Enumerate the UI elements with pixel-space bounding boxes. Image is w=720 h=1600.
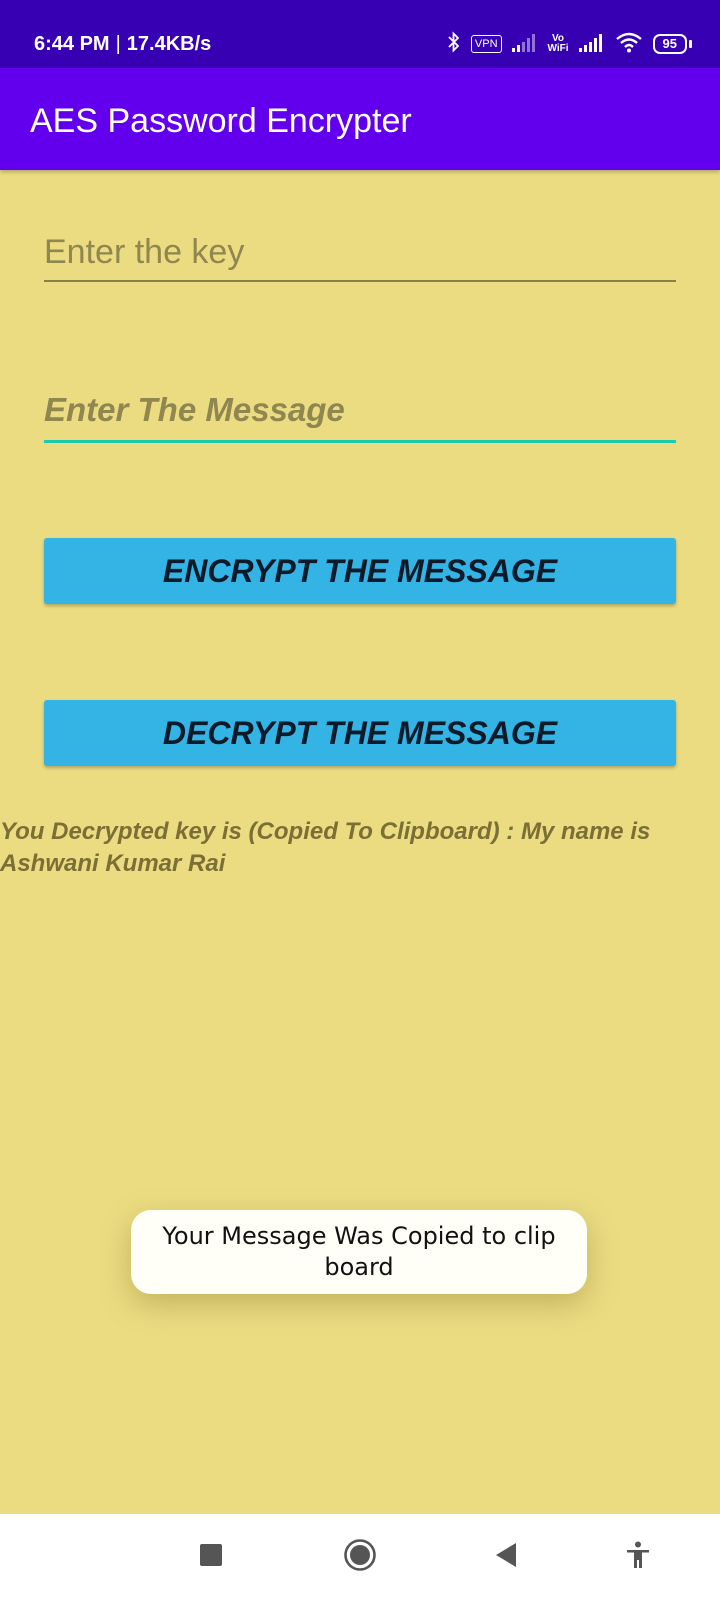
app-title: AES Password Encrypter <box>30 102 412 140</box>
signal-strong-icon <box>578 32 605 57</box>
battery-icon: 95 <box>652 34 692 54</box>
key-input[interactable] <box>44 228 676 276</box>
back-button[interactable] <box>476 1514 536 1600</box>
battery-level: 95 <box>652 34 687 54</box>
recents-button[interactable] <box>181 1514 241 1600</box>
accessibility-button[interactable] <box>608 1514 668 1600</box>
battery-tip <box>689 40 692 48</box>
toast-message: Your Message Was Copied to clip board <box>131 1210 587 1294</box>
vowifi-icon: Vo WiFi <box>548 34 569 54</box>
app-bar: AES Password Encrypter <box>0 68 720 170</box>
home-circle-icon <box>343 1538 377 1577</box>
message-field[interactable] <box>44 384 676 443</box>
encrypt-button[interactable]: ENCRYPT THE MESSAGE <box>44 538 676 604</box>
signal-weak-icon <box>511 32 538 57</box>
status-icons: VPN Vo WiFi 95 <box>447 30 692 58</box>
status-network-speed: 17.4KB/s <box>126 33 212 55</box>
recents-square-icon <box>199 1543 223 1572</box>
status-separator: | <box>115 33 121 55</box>
message-input[interactable] <box>44 384 676 436</box>
vpn-badge: VPN <box>470 35 502 53</box>
status-left: 6:44 PM | 17.4KB/s <box>34 0 211 68</box>
status-bar: 6:44 PM | 17.4KB/s VPN Vo WiFi 95 <box>0 0 720 68</box>
wifi-icon <box>615 31 643 58</box>
vowifi-line2: WiFi <box>547 43 569 54</box>
back-triangle-icon <box>494 1542 518 1573</box>
decrypted-result-text: You Decrypted key is (Copied To Clipboar… <box>0 818 651 877</box>
home-button[interactable] <box>330 1514 390 1600</box>
bluetooth-icon <box>447 30 461 58</box>
toast-text: Your Message Was Copied to clip board <box>162 1222 556 1281</box>
key-field[interactable] <box>44 228 676 282</box>
status-time: 6:44 PM <box>34 33 110 55</box>
accessibility-icon <box>625 1541 651 1574</box>
decrypt-button[interactable]: DECRYPT THE MESSAGE <box>44 700 676 766</box>
navigation-bar <box>0 1514 720 1600</box>
